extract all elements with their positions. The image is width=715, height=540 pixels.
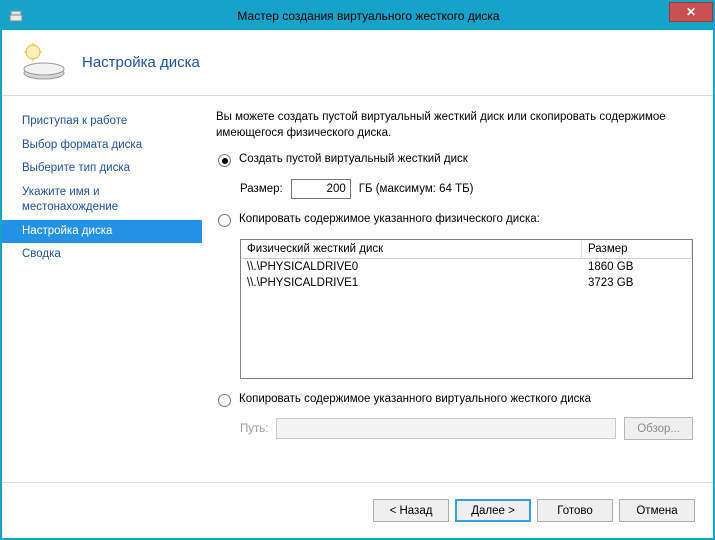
cell-disk-name: \\.\PHYSICALDRIVE0 — [241, 259, 582, 275]
option-copy-physical[interactable]: Копировать содержимое указанного физичес… — [216, 213, 693, 227]
sidebar-item-getting-started[interactable]: Приступая к работе — [2, 110, 202, 134]
col-header-disk: Физический жесткий диск — [241, 240, 582, 258]
path-label: Путь: — [240, 423, 268, 435]
wizard-header: Настройка диска — [2, 30, 713, 96]
main-panel: Вы можете создать пустой виртуальный жес… — [202, 96, 713, 482]
col-header-size: Размер — [582, 240, 692, 258]
cancel-button[interactable]: Отмена — [619, 499, 695, 522]
intro-text: Вы можете создать пустой виртуальный жес… — [216, 110, 693, 141]
window-title: Мастер создания виртуального жесткого ди… — [24, 9, 713, 23]
option-create-blank[interactable]: Создать пустой виртуальный жесткий диск — [216, 153, 693, 167]
app-icon — [8, 8, 24, 24]
radio-copy-virtual[interactable] — [218, 394, 231, 407]
option-create-blank-label: Создать пустой виртуальный жесткий диск — [239, 153, 468, 165]
radio-create-blank[interactable] — [218, 154, 231, 167]
table-row[interactable]: \\.\PHYSICALDRIVE0 1860 GB — [241, 259, 692, 275]
finish-button[interactable]: Готово — [537, 499, 613, 522]
option-copy-physical-label: Копировать содержимое указанного физичес… — [239, 213, 540, 225]
page-title: Настройка диска — [82, 54, 200, 71]
sidebar-item-summary[interactable]: Сводка — [2, 243, 202, 267]
wizard-footer: < Назад Далее > Готово Отмена — [2, 482, 713, 538]
close-button[interactable]: ✕ — [669, 2, 713, 22]
back-button[interactable]: < Назад — [373, 499, 449, 522]
sidebar-item-name-location[interactable]: Укажите имя и местонахождение — [2, 181, 202, 220]
size-label: Размер: — [240, 183, 283, 195]
browse-button: Обзор... — [624, 417, 693, 440]
disk-wizard-icon — [20, 43, 68, 83]
titlebar: Мастер создания виртуального жесткого ди… — [2, 2, 713, 30]
sidebar-item-choose-type[interactable]: Выберите тип диска — [2, 157, 202, 181]
next-button[interactable]: Далее > — [455, 499, 531, 522]
close-icon: ✕ — [686, 5, 696, 19]
cell-disk-name: \\.\PHYSICALDRIVE1 — [241, 275, 582, 291]
size-input[interactable] — [291, 179, 351, 199]
wizard-window: Мастер создания виртуального жесткого ди… — [0, 0, 715, 540]
path-input — [276, 418, 616, 439]
option-copy-virtual-label: Копировать содержимое указанного виртуал… — [239, 393, 591, 405]
physical-disk-list[interactable]: Физический жесткий диск Размер \\.\PHYSI… — [240, 239, 693, 379]
sidebar-item-choose-format[interactable]: Выбор формата диска — [2, 134, 202, 158]
table-row[interactable]: \\.\PHYSICALDRIVE1 3723 GB — [241, 275, 692, 291]
cell-disk-size: 3723 GB — [582, 275, 692, 291]
cell-disk-size: 1860 GB — [582, 259, 692, 275]
option-copy-virtual[interactable]: Копировать содержимое указанного виртуал… — [216, 393, 693, 407]
size-suffix: ГБ (максимум: 64 ТБ) — [359, 183, 474, 195]
path-row: Путь: Обзор... — [240, 417, 693, 440]
list-header: Физический жесткий диск Размер — [241, 240, 692, 259]
radio-copy-physical[interactable] — [218, 214, 231, 227]
wizard-body: Приступая к работе Выбор формата диска В… — [2, 96, 713, 482]
size-row: Размер: ГБ (максимум: 64 ТБ) — [240, 179, 693, 199]
sidebar: Приступая к работе Выбор формата диска В… — [2, 96, 202, 482]
sidebar-item-configure-disk[interactable]: Настройка диска — [2, 220, 202, 244]
